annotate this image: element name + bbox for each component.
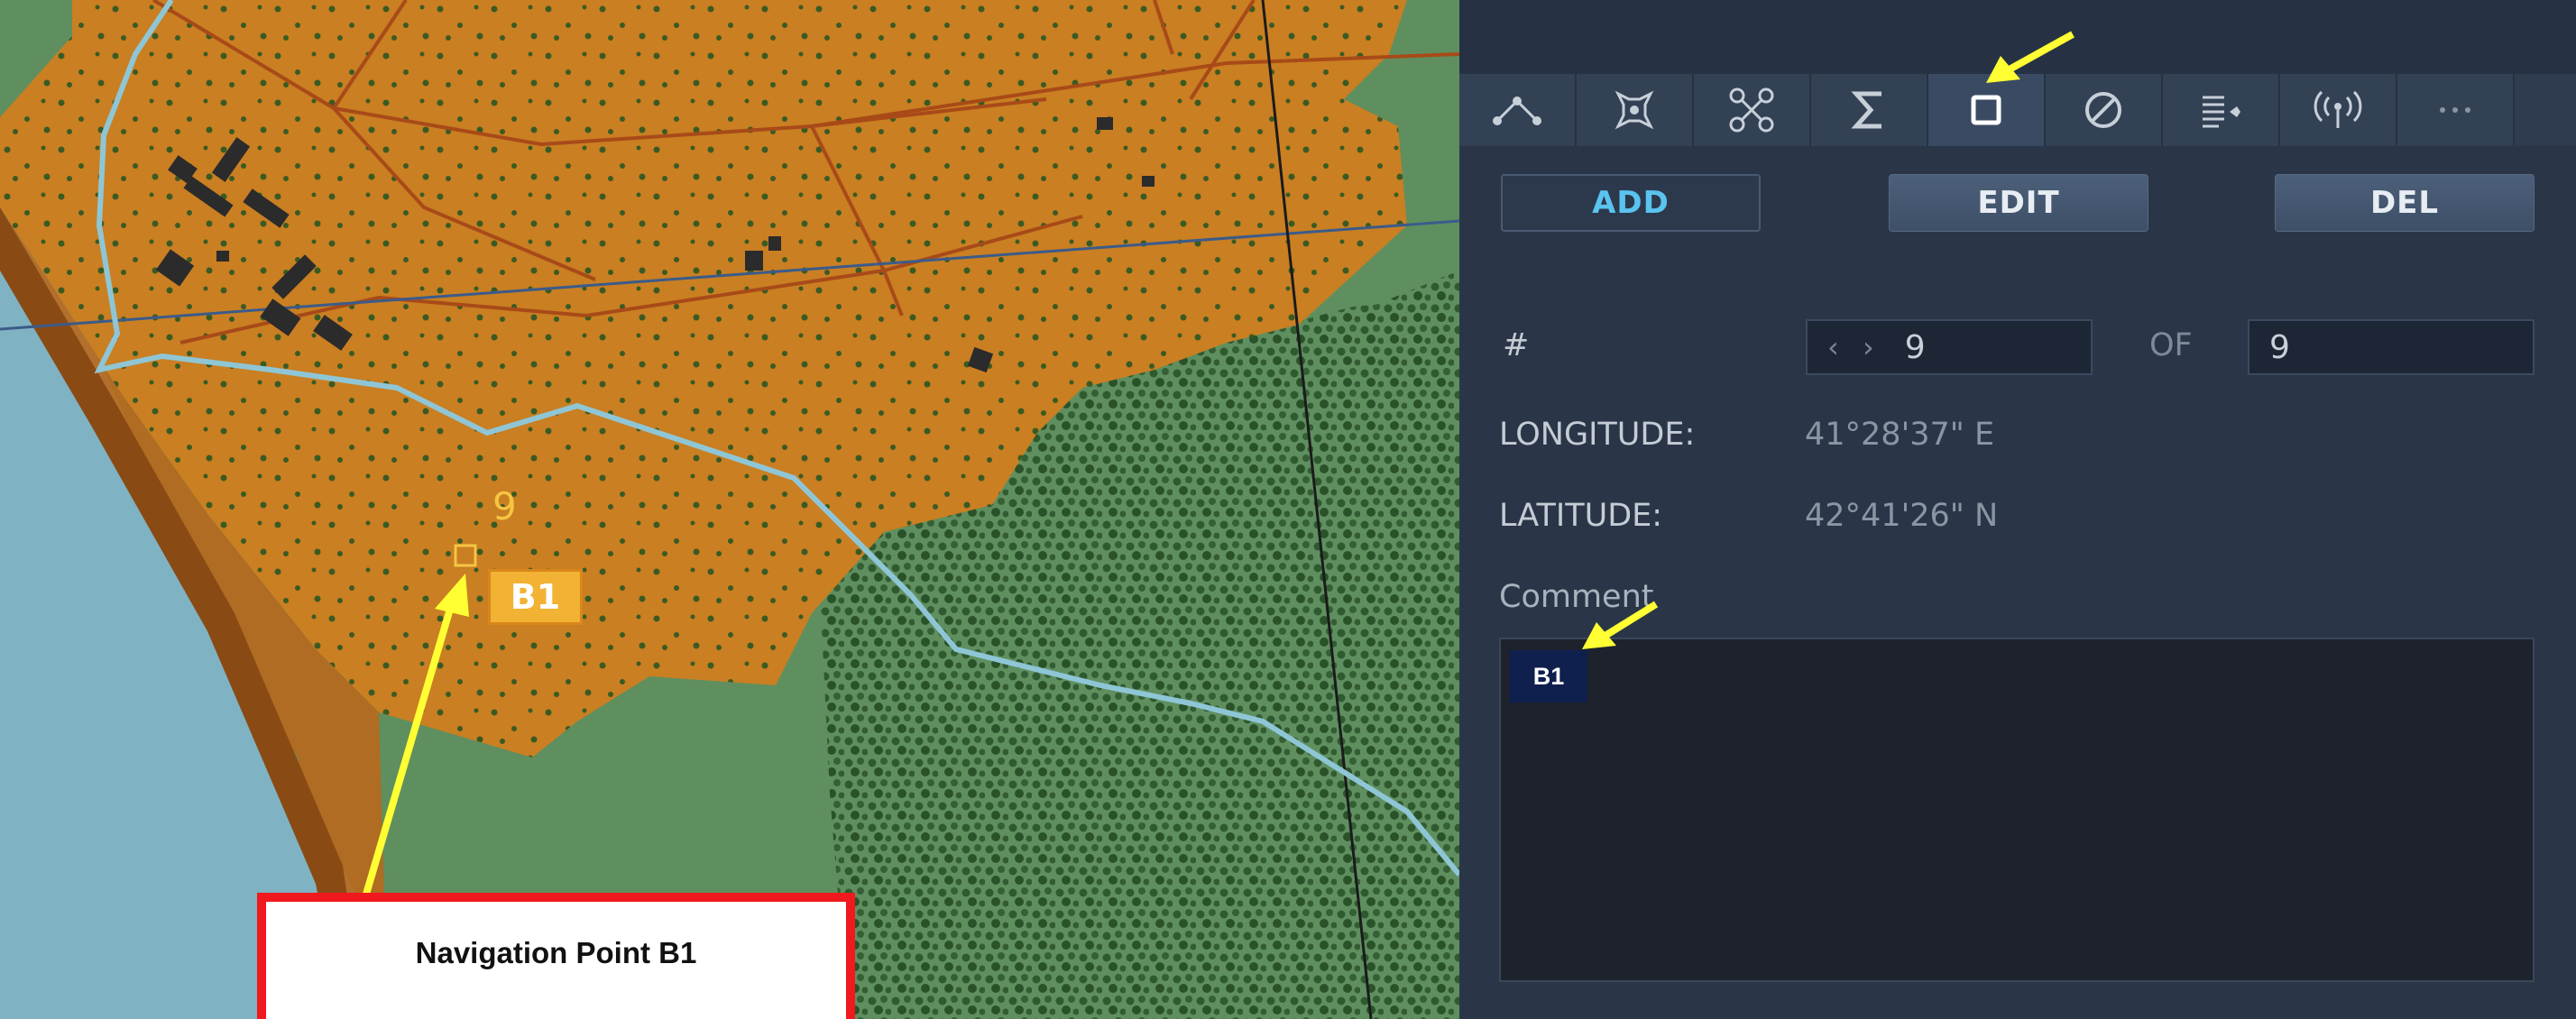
target-point-icon xyxy=(1615,90,1654,130)
longitude-label: LONGITUDE: xyxy=(1499,417,1696,453)
add-button[interactable]: ADD xyxy=(1501,174,1761,232)
tab-more[interactable] xyxy=(2397,74,2515,146)
point-number-stepper[interactable]: ‹ › 9 xyxy=(1806,319,2093,375)
tab-route[interactable] xyxy=(1459,74,1577,146)
drone-icon xyxy=(1729,87,1774,133)
list-settings-icon xyxy=(2203,96,2240,128)
annotation-callout: Navigation Point B1 xyxy=(257,893,855,1019)
sigma-icon xyxy=(1851,91,1881,129)
map-view[interactable]: 9 B1 Navigation Point B1 xyxy=(0,0,1459,1019)
point-total-field: 9 xyxy=(2248,319,2535,375)
navigation-point-panel: ADD EDIT DEL # ‹ › 9 OF 9 LONGITUDE: 41°… xyxy=(1459,0,2576,1019)
point-number-value: 9 xyxy=(1904,328,1926,366)
more-icon xyxy=(2440,107,2470,113)
waypoint-tag[interactable]: B1 xyxy=(488,569,583,625)
radio-antenna-icon xyxy=(2314,90,2362,128)
latitude-value: 42°41'26" N xyxy=(1805,498,1999,534)
tab-drone[interactable] xyxy=(1694,74,1811,146)
tab-radio[interactable] xyxy=(2280,74,2397,146)
route-icon xyxy=(1493,96,1541,125)
comment-textarea[interactable]: B1 xyxy=(1499,638,2535,982)
tab-target-point[interactable] xyxy=(1577,74,1694,146)
no-entry-icon xyxy=(2085,92,2121,128)
annotation-arrow-icon xyxy=(1986,31,2075,83)
tab-list-settings[interactable] xyxy=(2163,74,2280,146)
delete-button[interactable]: DEL xyxy=(2275,174,2535,232)
callout-text: Navigation Point B1 xyxy=(415,936,697,969)
point-total-value: 9 xyxy=(2269,328,2290,366)
map-terrain xyxy=(0,0,1459,1019)
stepper-arrows-icon[interactable]: ‹ › xyxy=(1827,330,1881,364)
number-label: # xyxy=(1503,327,1530,363)
longitude-value: 41°28'37" E xyxy=(1805,417,1995,453)
of-label: OF xyxy=(2149,327,2193,363)
waypoint-number-label: 9 xyxy=(492,484,517,528)
annotation-arrow-icon xyxy=(1582,601,1659,649)
edit-button[interactable]: EDIT xyxy=(1889,174,2148,232)
tab-sigma[interactable] xyxy=(1811,74,1928,146)
latitude-label: LATITUDE: xyxy=(1499,498,1663,534)
